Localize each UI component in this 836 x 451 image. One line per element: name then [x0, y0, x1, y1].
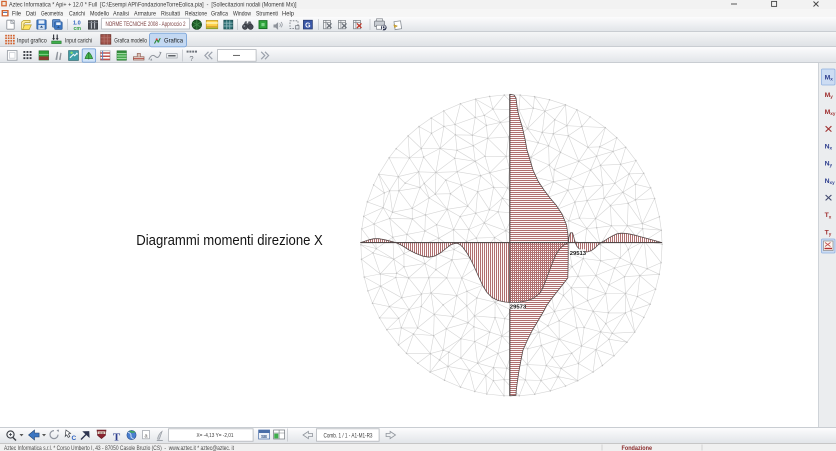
svg-text:29573: 29573: [510, 305, 527, 311]
svg-text:Diagrammi momenti direzione X: Diagrammi momenti direzione X: [136, 233, 323, 249]
svg-text:29513: 29513: [570, 251, 587, 257]
